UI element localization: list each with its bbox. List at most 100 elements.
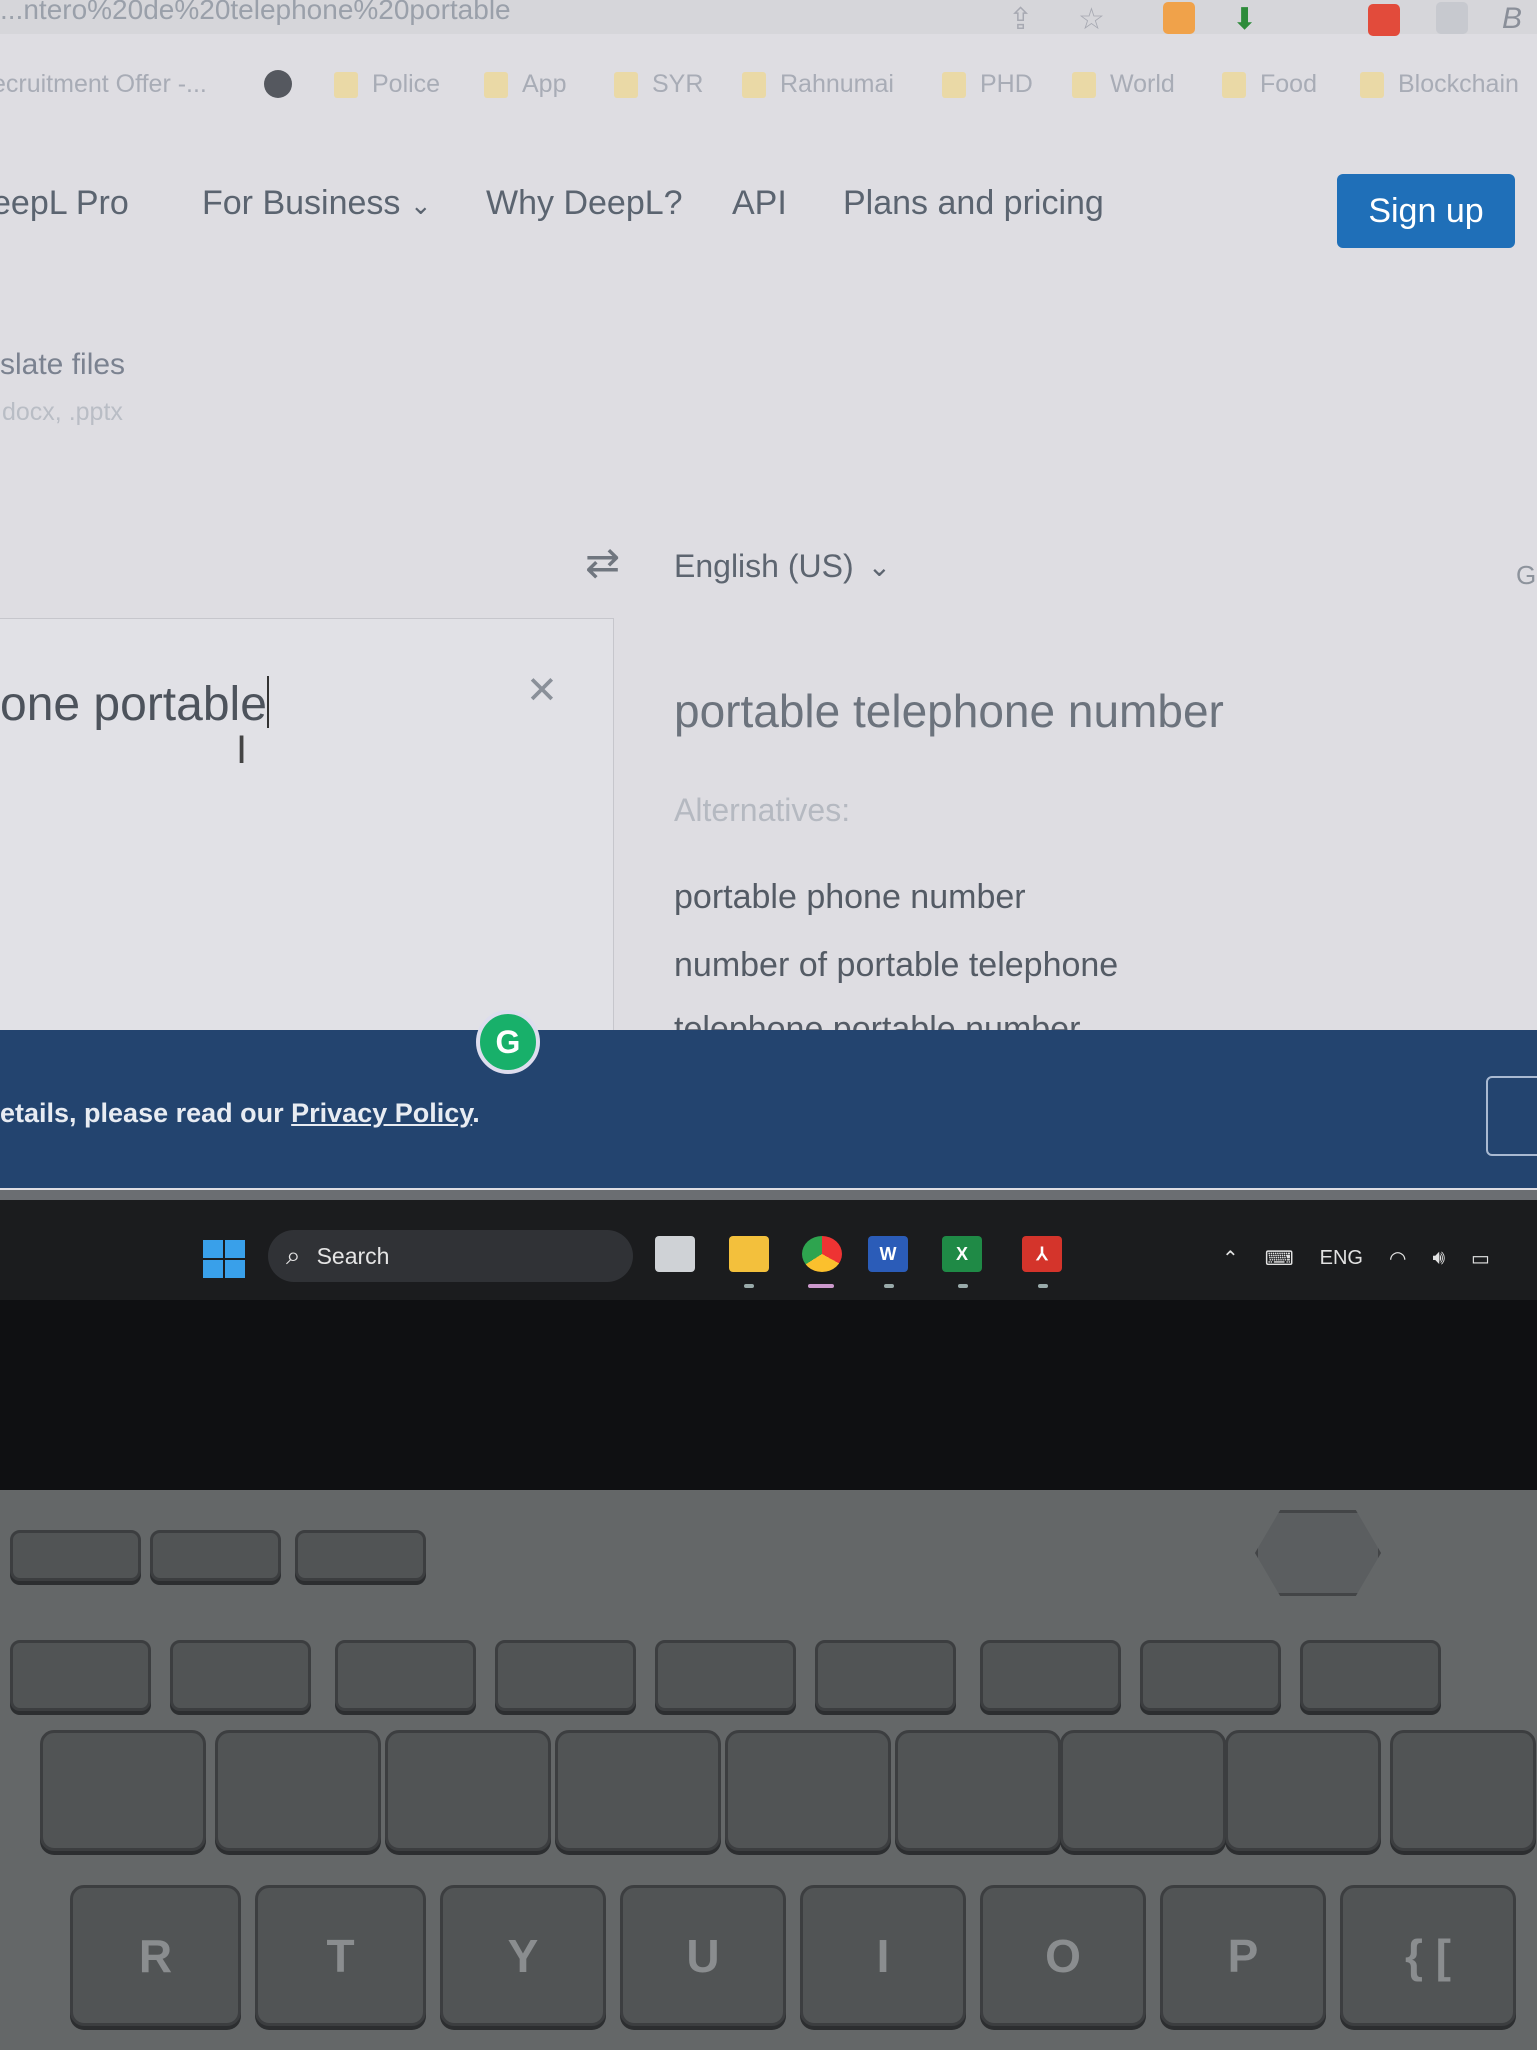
nav-plans-pricing[interactable]: Plans and pricing [843, 184, 1104, 223]
running-indicator [884, 1284, 894, 1288]
bookmarks-bar: ecruitment Offer -... Police App SYR Rah… [0, 58, 1537, 118]
key-bracket[interactable]: { [ [1340, 1885, 1516, 2026]
function-key[interactable] [335, 1640, 476, 1711]
number-key[interactable] [895, 1730, 1061, 1851]
folder-icon [334, 71, 358, 98]
number-key[interactable] [215, 1730, 381, 1851]
wifi-icon[interactable]: ◠ [1389, 1246, 1406, 1271]
file-explorer-icon[interactable] [729, 1236, 769, 1272]
number-key[interactable] [385, 1730, 551, 1851]
number-key[interactable] [1225, 1730, 1381, 1851]
number-key[interactable] [555, 1730, 721, 1851]
alternative-item[interactable]: portable phone number [674, 878, 1026, 917]
source-input[interactable]: one portable [0, 676, 269, 732]
folder-icon [614, 71, 638, 98]
key-y[interactable]: Y [440, 1885, 606, 2026]
nav-deepl-pro[interactable]: eepL Pro [0, 184, 129, 223]
system-tray: ⌃ ⌨ ENG ◠ 🔊︎ ▭ [1222, 1246, 1490, 1271]
target-language-select[interactable]: English (US) ⌄ [674, 548, 891, 585]
chevron-down-icon: ⌄ [867, 551, 892, 582]
address-bar[interactable]: ...ntero%20de%20telephone%20portable ⇪ ☆… [0, 0, 1537, 37]
bookmark-recruitment[interactable]: ecruitment Offer -... [0, 70, 207, 99]
nav-for-business[interactable]: For Business ⌄ [202, 184, 432, 223]
function-key[interactable] [980, 1640, 1121, 1711]
laptop-bezel [0, 1300, 1537, 1490]
key-o[interactable]: O [980, 1885, 1146, 2026]
number-key[interactable] [725, 1730, 891, 1851]
bookmark-syr[interactable]: SYR [614, 70, 703, 99]
number-key[interactable] [1060, 1730, 1226, 1851]
chrome-icon[interactable] [802, 1236, 842, 1272]
share-icon[interactable]: ⇪ [1008, 2, 1033, 37]
key-r[interactable]: R [70, 1885, 241, 2026]
folder-icon [942, 71, 966, 98]
key-u[interactable]: U [620, 1885, 786, 2026]
grammarly-icon[interactable]: G [476, 1010, 540, 1074]
folder-icon [742, 71, 766, 98]
bookmark-world[interactable]: World [1072, 70, 1175, 99]
file-formats: docx, .pptx [2, 398, 123, 426]
number-key[interactable] [40, 1730, 206, 1851]
bookmark-phd[interactable]: PHD [942, 70, 1033, 99]
bookmark-police[interactable]: Police [334, 70, 440, 99]
running-indicator [744, 1284, 754, 1288]
function-key[interactable] [1300, 1640, 1441, 1711]
excel-icon[interactable]: X [942, 1236, 982, 1272]
download-icon[interactable]: ⬇ [1232, 2, 1257, 37]
privacy-policy-link[interactable]: Privacy Policy [291, 1098, 472, 1128]
extension-upload-icon[interactable] [1436, 2, 1468, 34]
function-key[interactable] [10, 1640, 151, 1711]
power-button[interactable] [1255, 1510, 1381, 1596]
word-icon[interactable]: W [868, 1236, 908, 1272]
keyboard-icon[interactable]: ⌨ [1265, 1246, 1294, 1271]
translate-files-title[interactable]: slate files [0, 348, 125, 382]
text-cursor-icon: I [236, 728, 248, 772]
nav-why-deepl[interactable]: Why DeepL? [486, 184, 683, 223]
chevron-up-icon[interactable]: ⌃ [1222, 1246, 1239, 1271]
acrobat-icon[interactable]: ⅄ [1022, 1236, 1062, 1272]
windows-start-icon[interactable] [203, 1240, 245, 1278]
bookmark-food[interactable]: Food [1222, 70, 1317, 99]
extension-b-icon[interactable]: B [1502, 2, 1522, 36]
edge-letter: G [1516, 560, 1537, 590]
url-text: ...ntero%20de%20telephone%20portable [0, 0, 511, 25]
key-p[interactable]: P [1160, 1885, 1326, 2026]
folder-icon [484, 71, 508, 98]
globe-icon[interactable] [264, 70, 292, 98]
key-i[interactable]: I [800, 1885, 966, 2026]
bookmark-star-icon[interactable]: ☆ [1078, 2, 1105, 37]
number-key[interactable] [1390, 1730, 1536, 1851]
alternative-item[interactable]: number of portable telephone [674, 946, 1118, 985]
close-icon[interactable]: ✕ [526, 668, 558, 713]
function-key[interactable] [655, 1640, 796, 1711]
folder-icon [1360, 71, 1384, 98]
function-key[interactable] [815, 1640, 956, 1711]
bookmark-rahnumai[interactable]: Rahnumai [742, 70, 894, 99]
taskbar: ⌕ Search W X ⅄ ⌃ ⌨ ENG ◠ 🔊︎ ▭ [0, 1190, 1537, 1310]
media-key[interactable] [295, 1530, 426, 1581]
language-indicator[interactable]: ENG [1320, 1247, 1363, 1270]
bookmark-blockchain[interactable]: Blockchain [1360, 70, 1519, 99]
translation-result[interactable]: portable telephone number [674, 684, 1224, 738]
site-nav: eepL Pro For Business ⌄ Why DeepL? API P… [0, 170, 1537, 260]
function-key[interactable] [170, 1640, 311, 1711]
media-key[interactable] [10, 1530, 141, 1581]
volume-icon[interactable]: 🔊︎ [1432, 1247, 1445, 1270]
function-key[interactable] [1140, 1640, 1281, 1711]
cookie-accept-button[interactable] [1486, 1076, 1537, 1156]
folder-icon [1072, 71, 1096, 98]
sign-up-button[interactable]: Sign up [1337, 174, 1515, 248]
media-key[interactable] [150, 1530, 281, 1581]
bookmark-app[interactable]: App [484, 70, 566, 99]
extension-orange-icon[interactable] [1163, 2, 1195, 34]
function-key[interactable] [495, 1640, 636, 1711]
nav-api[interactable]: API [732, 184, 787, 223]
key-t[interactable]: T [255, 1885, 426, 2026]
swap-languages-icon[interactable]: ⇄ [585, 538, 620, 587]
chevron-down-icon: ⌄ [409, 190, 432, 220]
battery-icon[interactable]: ▭ [1471, 1246, 1490, 1271]
taskbar-search[interactable]: ⌕ Search [268, 1230, 633, 1282]
folder-icon [1222, 71, 1246, 98]
extension-red-icon[interactable] [1368, 4, 1400, 36]
task-view-icon[interactable] [655, 1236, 695, 1272]
